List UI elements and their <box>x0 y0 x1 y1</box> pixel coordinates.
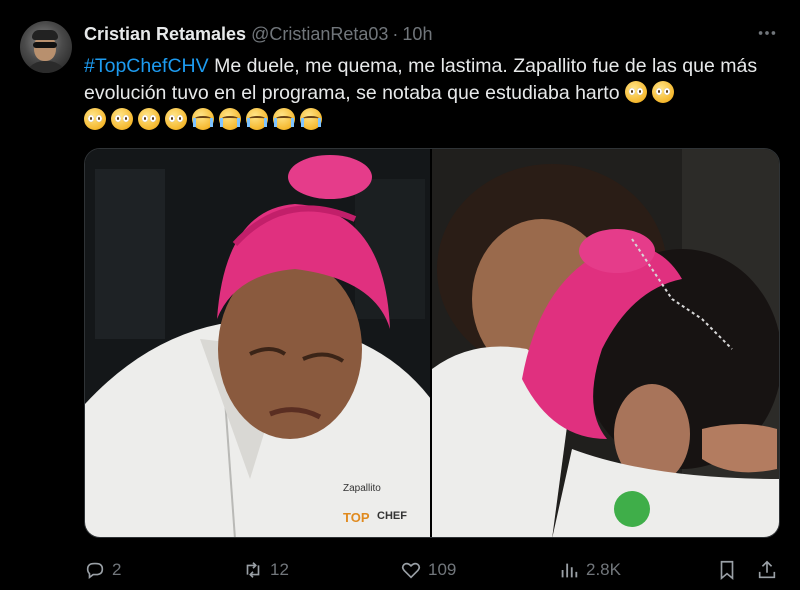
retweet-count: 12 <box>270 560 289 579</box>
media-grid: Zapallito TOP CHEF <box>84 148 780 538</box>
top-chef-logo-top: TOP <box>343 510 370 525</box>
views-icon <box>561 563 578 578</box>
more-icon <box>758 31 776 35</box>
like-count: 109 <box>428 560 457 579</box>
pleading-face-emoji <box>84 108 106 130</box>
emoji-row <box>84 108 327 131</box>
crying-face-emoji <box>219 108 241 130</box>
photo-left-illustration <box>85 149 430 537</box>
photo-left[interactable]: Zapallito TOP CHEF <box>85 149 430 537</box>
hashtag-link[interactable]: #TopChefCHV <box>84 55 209 77</box>
crying-face-emoji <box>273 108 295 130</box>
avatar-glasses <box>33 42 57 48</box>
share-icon <box>758 560 776 579</box>
like-button[interactable]: 109 <box>400 556 456 584</box>
action-bar: 2 12 109 2.8K <box>84 556 784 584</box>
crying-face-emoji <box>192 108 214 130</box>
more-options-button[interactable] <box>754 20 780 46</box>
crying-face-emoji <box>300 108 322 130</box>
views-button[interactable]: 2.8K <box>558 556 621 584</box>
views-count: 2.8K <box>586 560 621 579</box>
bookmark-button[interactable] <box>716 556 744 584</box>
photo-right-illustration <box>432 149 779 537</box>
retweet-button[interactable]: 12 <box>242 556 289 584</box>
crying-face-emoji <box>246 108 268 130</box>
tweet-card[interactable]: Cristian Retamales @CristianReta03 · 10h… <box>0 0 800 590</box>
tweet-header: Cristian Retamales @CristianReta03 · 10h <box>84 22 432 46</box>
author-handle[interactable]: @CristianReta03 <box>251 24 388 45</box>
reply-count: 2 <box>112 560 122 579</box>
reply-icon <box>86 562 104 579</box>
pleading-face-emoji <box>111 108 133 130</box>
share-button[interactable] <box>756 556 784 584</box>
bookmark-icon <box>720 560 734 581</box>
photo-right[interactable] <box>432 149 779 537</box>
avatar[interactable] <box>20 21 72 73</box>
pleading-face-emoji <box>138 108 160 130</box>
pleading-face-emoji <box>165 108 187 130</box>
tweet-timestamp[interactable]: 10h <box>402 24 432 45</box>
apron-name-label: Zapallito <box>343 483 381 494</box>
retweet-icon <box>246 562 260 578</box>
tweet-text: #TopChefCHV Me duele, me quema, me lasti… <box>84 53 774 134</box>
heart-icon <box>401 562 421 579</box>
avatar-shirt <box>24 61 68 73</box>
reply-button[interactable]: 2 <box>84 556 121 584</box>
top-chef-logo-chef: CHEF <box>377 510 407 522</box>
author-display-name[interactable]: Cristian Retamales <box>84 24 246 45</box>
avatar-hair <box>32 30 58 40</box>
pleading-face-emoji <box>651 81 674 103</box>
separator-dot: · <box>392 23 399 44</box>
pleading-face-emoji <box>624 81 647 103</box>
